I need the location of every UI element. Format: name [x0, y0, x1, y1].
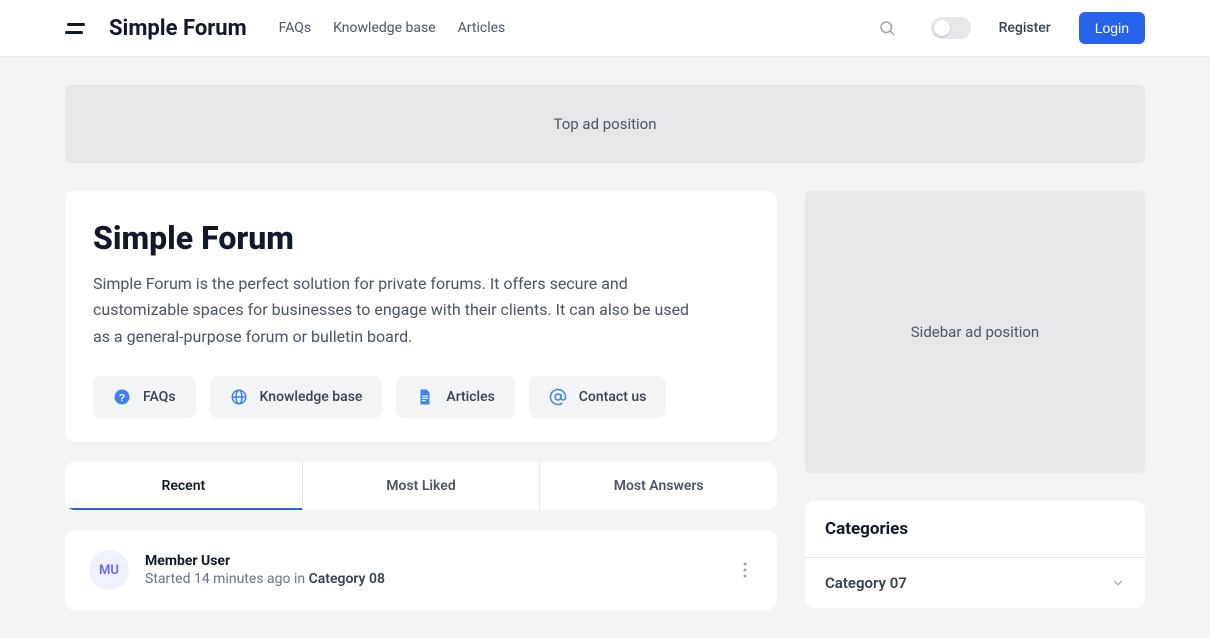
register-link[interactable]: Register	[999, 20, 1051, 36]
hero-button-faqs[interactable]: ? FAQs	[93, 376, 196, 418]
hero-button-label: Articles	[446, 389, 494, 405]
globe-icon	[230, 388, 248, 406]
search-icon[interactable]	[871, 12, 903, 44]
chevron-down-icon	[1111, 576, 1125, 590]
hero-button-label: FAQs	[143, 389, 176, 405]
tab-most-liked[interactable]: Most Liked	[303, 462, 541, 510]
hero-button-label: Knowledge base	[260, 389, 363, 405]
app-header: Simple Forum FAQs Knowledge base Article…	[0, 0, 1210, 57]
topic-row[interactable]: MU Member User Started 14 minutes ago in…	[65, 530, 777, 610]
sidebar: Sidebar ad position Categories Category …	[805, 191, 1145, 610]
avatar: MU	[89, 550, 129, 590]
primary-nav: FAQs Knowledge base Articles	[279, 20, 506, 36]
tab-most-answers[interactable]: Most Answers	[540, 462, 777, 510]
top-ad-banner: Top ad position	[65, 85, 1145, 163]
document-icon	[416, 388, 434, 406]
brand-logo[interactable]: Simple Forum	[109, 16, 247, 41]
more-options-icon[interactable]	[737, 556, 753, 584]
question-circle-icon: ?	[113, 388, 131, 406]
hero-button-knowledge-base[interactable]: Knowledge base	[210, 376, 383, 418]
topic-category-link[interactable]: Category 08	[309, 571, 385, 587]
started-label: Started	[145, 571, 194, 587]
category-name: Category 07	[825, 574, 907, 592]
hero-button-label: Contact us	[579, 389, 647, 405]
nav-faqs[interactable]: FAQs	[279, 20, 312, 36]
main-column: Simple Forum Simple Forum is the perfect…	[65, 191, 777, 610]
topic-time: 14 minutes ago	[194, 571, 291, 587]
at-sign-icon	[549, 388, 567, 406]
topic-tabs: Recent Most Liked Most Answers	[65, 462, 777, 510]
sidebar-ad-banner: Sidebar ad position	[805, 191, 1145, 473]
in-label: in	[290, 571, 308, 587]
hero-card: Simple Forum Simple Forum is the perfect…	[65, 191, 777, 442]
nav-articles[interactable]: Articles	[458, 20, 506, 36]
hero-description: Simple Forum is the perfect solution for…	[93, 271, 703, 350]
hero-title: Simple Forum	[93, 219, 749, 257]
categories-card: Categories Category 07	[805, 501, 1145, 608]
menu-icon[interactable]	[65, 23, 85, 34]
tab-recent[interactable]: Recent	[65, 462, 303, 510]
hero-button-contact[interactable]: Contact us	[529, 376, 667, 418]
hero-button-articles[interactable]: Articles	[396, 376, 514, 418]
svg-text:?: ?	[119, 392, 125, 404]
topic-author: Member User	[145, 553, 385, 569]
login-button[interactable]: Login	[1079, 12, 1145, 44]
theme-toggle[interactable]	[931, 17, 971, 39]
topic-subline: Started 14 minutes ago in Category 08	[145, 571, 385, 587]
nav-knowledge-base[interactable]: Knowledge base	[333, 20, 435, 36]
category-item[interactable]: Category 07	[805, 558, 1145, 608]
topic-meta: Member User Started 14 minutes ago in Ca…	[145, 553, 385, 587]
categories-title: Categories	[805, 501, 1145, 558]
